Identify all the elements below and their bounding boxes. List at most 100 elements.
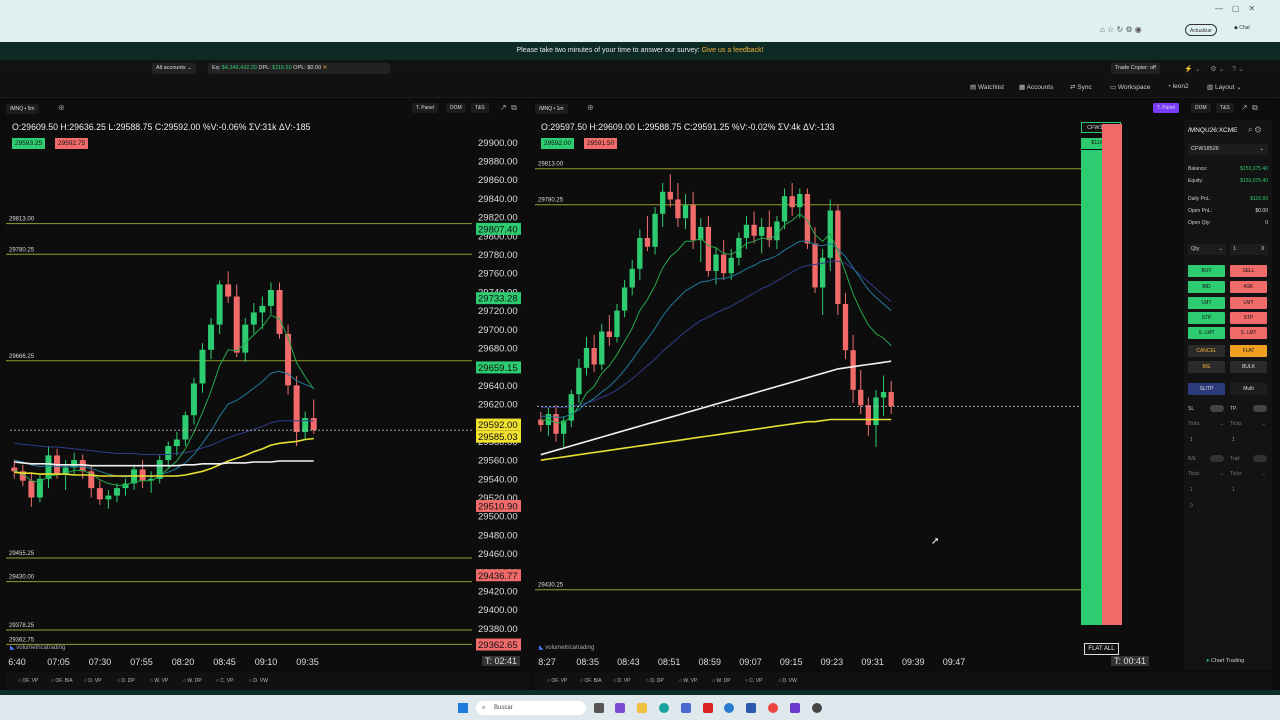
watchlist-button[interactable]: ▤ Watchlist	[970, 83, 1004, 91]
breakeven-button[interactable]: B/E	[1188, 361, 1225, 373]
dom-button[interactable]: DOM	[1191, 103, 1211, 113]
search-icon: ⌕	[482, 705, 486, 711]
tp-ticks-select[interactable]: Ticks ⌄	[1230, 421, 1266, 427]
bid-button[interactable]: BID	[1188, 281, 1225, 293]
search-icon[interactable]: ⌕ ⚙	[1248, 125, 1261, 135]
accounts-button[interactable]: ▦ Accounts	[1019, 83, 1053, 91]
user-button[interactable]: ◔ leon2	[1167, 83, 1189, 90]
tp-toggle[interactable]	[1253, 405, 1267, 412]
indicator-toggle[interactable]: ○ D. VW	[778, 678, 797, 684]
update-button[interactable]: Actualizar	[1185, 24, 1217, 36]
qty-type-select[interactable]: Qty ⌄	[1188, 244, 1226, 255]
close-icon[interactable]: ✕	[323, 65, 328, 71]
indicator-toggle[interactable]: ○ OF. B/A	[580, 678, 602, 684]
price-chart-left[interactable]: 29813.00 29780.25 29666.25 29455.25 29430.00…	[6, 100, 529, 670]
x-tick-label: 08:35	[576, 657, 599, 667]
indicator-toggle[interactable]: ○ W. DP	[712, 678, 731, 684]
qty-stepper[interactable]: 1 ⇕	[1230, 244, 1268, 255]
sl-ticks-value[interactable]: 1	[1190, 437, 1193, 443]
app-icon-1[interactable]	[615, 703, 625, 713]
tp-ticks-value[interactable]: 1	[1232, 437, 1235, 443]
trail-ticks-select[interactable]: Ticks ⌄	[1230, 471, 1266, 477]
accounts-select[interactable]: All accounts ⌄	[152, 63, 196, 74]
indicator-toggle[interactable]: ○ W. VP	[150, 678, 168, 684]
trail-value[interactable]: 1	[1232, 487, 1235, 493]
popout-icon[interactable]: ↗ ⧉	[1241, 103, 1258, 113]
equity-value: $153,075.40	[1240, 178, 1268, 184]
trade-copier-toggle[interactable]: Trade Copier: off	[1111, 63, 1160, 74]
chat-button[interactable]: ◆ Chat	[1234, 25, 1250, 31]
indicator-toggle[interactable]: ○ OF. B/A	[51, 678, 73, 684]
candle-body	[216, 284, 223, 325]
app-icon-4[interactable]	[790, 703, 800, 713]
start-icon[interactable]	[458, 703, 468, 713]
candle-body	[190, 383, 197, 416]
chrome-icon[interactable]	[768, 703, 778, 713]
sync-button[interactable]: ⇄ Sync	[1070, 83, 1092, 91]
be-value[interactable]: 1	[1190, 487, 1193, 493]
app-icon-2[interactable]	[703, 703, 713, 713]
window-controls[interactable]: — ▢ ✕	[1215, 4, 1255, 13]
sell-stop-limit-button[interactable]: S. LMT	[1230, 327, 1267, 339]
flat-button[interactable]: FLAT	[1230, 345, 1267, 357]
tpanel-button[interactable]: T. Panel	[1153, 103, 1180, 113]
candle-body	[850, 350, 856, 390]
level-label: 29813.00	[538, 162, 564, 168]
bulk-button[interactable]: BULK	[1230, 361, 1267, 373]
candle-body	[682, 205, 689, 219]
settings-icons[interactable]: ⚡ ⌄ ⚙ ⌄ ? ⌄	[1184, 65, 1244, 73]
taskview-icon[interactable]	[594, 703, 604, 713]
layout-button[interactable]: ▥ Layout ⌄	[1207, 83, 1242, 91]
app-icon-5[interactable]	[812, 703, 822, 713]
indicator-toggle[interactable]: ○ OF. VP	[547, 678, 567, 684]
chart-trading-toggle[interactable]: ● Chart Trading	[1206, 658, 1244, 664]
level-label: 29780.25	[9, 247, 35, 253]
indicator-toggle[interactable]: ○ OF. VP	[18, 678, 38, 684]
multi-tab[interactable]: Multi	[1230, 383, 1267, 395]
sell-stop-button[interactable]: STP	[1230, 312, 1267, 324]
flat-all-button[interactable]: FLAT ALL	[1084, 643, 1119, 655]
x-tick-label: 08:51	[658, 657, 681, 667]
indicator-toggle[interactable]: ○ C. VP	[216, 678, 233, 684]
chart-panel-left: /MNQ • 5m ⊕ T. Panel DOM T&S ↗ ⧉ O:29609…	[6, 100, 529, 670]
indicator-toggle[interactable]: ○ D. VP	[84, 678, 101, 684]
survey-link[interactable]: Give us a feedback!	[702, 47, 764, 54]
edge-icon[interactable]	[659, 703, 669, 713]
app-icon-3[interactable]	[724, 703, 734, 713]
cancel-button[interactable]: CANCEL	[1188, 345, 1225, 357]
candle-body	[774, 221, 780, 241]
candle-body	[614, 310, 620, 337]
ask-button[interactable]: ASK	[1230, 281, 1267, 293]
indicator-toggle[interactable]: ○ W. VP	[679, 678, 697, 684]
folder-icon[interactable]	[637, 703, 647, 713]
account-select[interactable]: CFW18526 ⌄	[1188, 144, 1268, 155]
store-icon[interactable]	[681, 703, 691, 713]
taskbar-search[interactable]: ⌕ Buscar	[476, 701, 586, 715]
trading-panel: /MNQU26:XCME ⌕ ⚙ CFW18526 ⌄ Balance: $153…	[1184, 120, 1272, 670]
indicator-toggle[interactable]: ○ D. VP	[613, 678, 630, 684]
buy-stop-limit-button[interactable]: S. LMT	[1188, 327, 1225, 339]
offset-value[interactable]: 0	[1190, 503, 1193, 509]
indicator-toggle[interactable]: ○ D. VW	[249, 678, 268, 684]
indicator-toggle[interactable]: ○ C. VP	[745, 678, 762, 684]
price-chart-right[interactable]: 29813.0029780.2529430.2529840.0029820.00…	[535, 100, 1125, 670]
sell-button[interactable]: SELL	[1230, 265, 1267, 277]
indicator-toggle[interactable]: ○ D. DP	[117, 678, 135, 684]
mail-icon[interactable]	[746, 703, 756, 713]
buy-limit-button[interactable]: LMT	[1188, 297, 1225, 309]
sell-limit-button[interactable]: LMT	[1230, 297, 1267, 309]
buy-button[interactable]: BUY	[1188, 265, 1225, 277]
sltp-tab[interactable]: SL/TP	[1188, 383, 1225, 395]
price-badge-label: 29362.65	[478, 640, 518, 651]
ts-button[interactable]: T&S	[1216, 103, 1234, 113]
buy-stop-button[interactable]: STP	[1188, 312, 1225, 324]
contract-symbol[interactable]: /MNQU26:XCME	[1188, 127, 1237, 134]
sl-ticks-select[interactable]: Ticks ⌄	[1188, 421, 1224, 427]
indicator-toggle[interactable]: ○ W. DP	[183, 678, 202, 684]
workspace-button[interactable]: ▭ Workspace	[1110, 83, 1150, 91]
indicator-toggle[interactable]: ○ D. DP	[646, 678, 664, 684]
trail-toggle[interactable]	[1253, 455, 1267, 462]
be-toggle[interactable]	[1210, 455, 1224, 462]
be-ticks-select[interactable]: Ticks ⌄	[1188, 471, 1224, 477]
sl-toggle[interactable]	[1210, 405, 1224, 412]
